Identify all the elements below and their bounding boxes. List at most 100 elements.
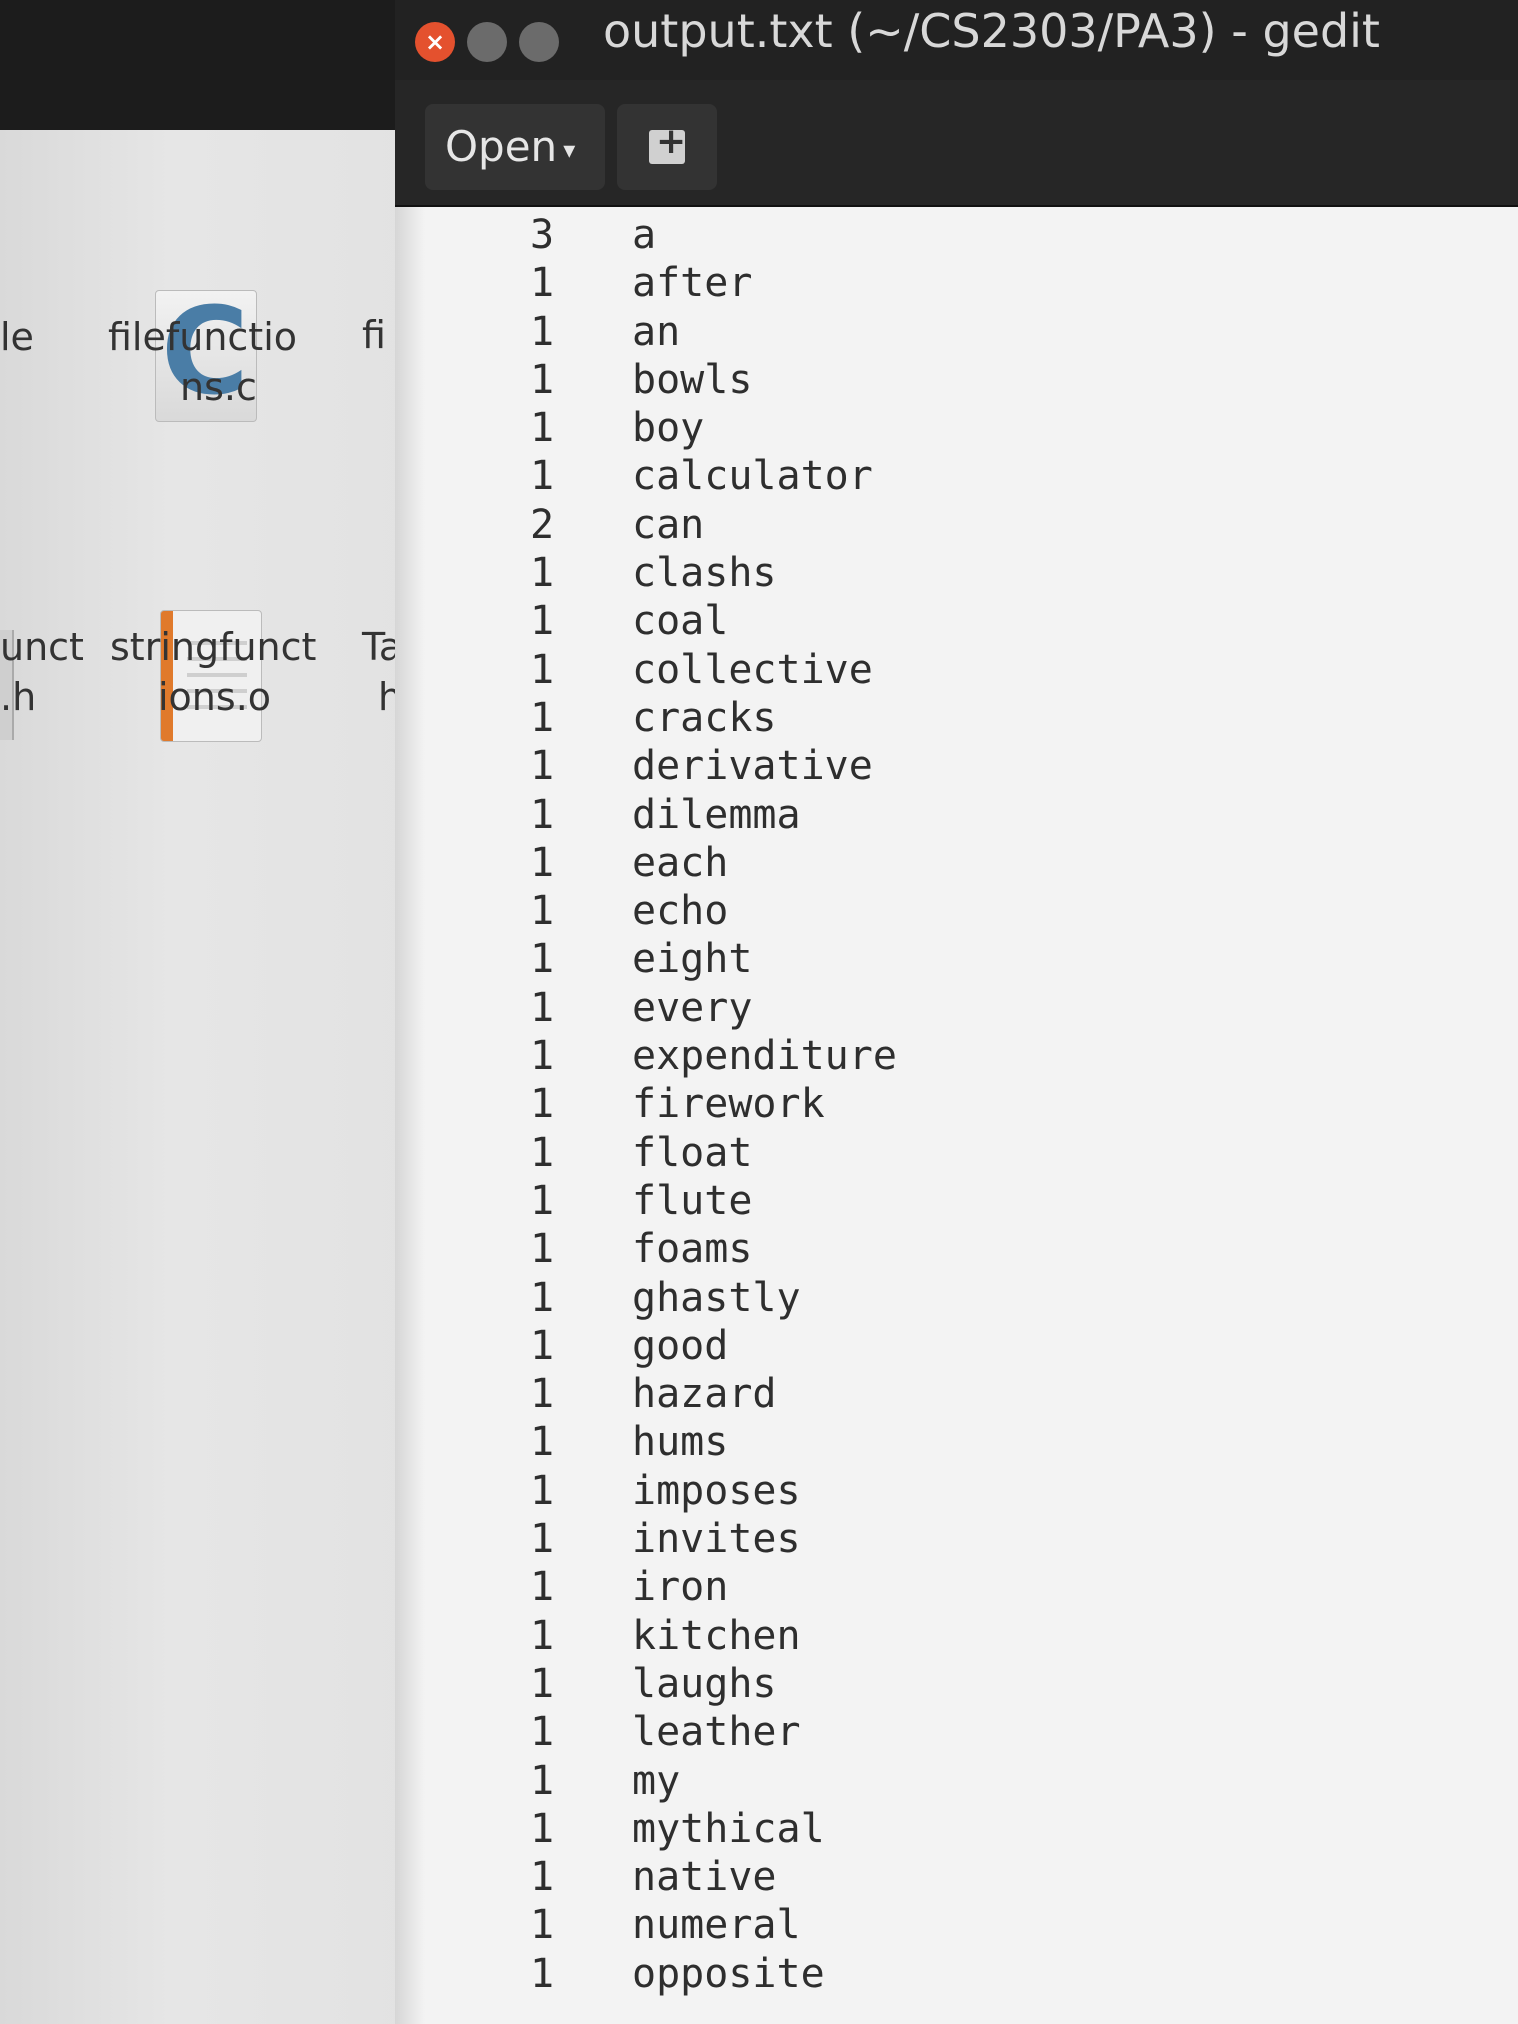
text-line[interactable]: 1 float [530,1129,897,1177]
word-text: cracks [632,694,777,741]
word-text: coal [632,598,729,645]
new-document-icon [649,121,686,164]
word-count: 1 [530,453,555,500]
text-line[interactable]: 1 my [530,1757,897,1805]
word-text: numeral [632,1902,801,1949]
text-line[interactable]: 1 flute [530,1177,897,1225]
text-line[interactable]: 1 boy [530,404,897,452]
text-line[interactable]: 1 derivative [530,742,897,790]
text-line[interactable]: 1 cracks [530,694,897,742]
word-text: collective [632,646,873,693]
word-count: 1 [530,694,555,741]
word-text: imposes [632,1467,801,1514]
open-button[interactable]: Open ▾ [425,104,605,190]
text-editor-area[interactable]: 3 a 1 after 1 an 1 bowls 1 boy 1 calculator 2 can 1 cla… [395,207,1518,2024]
word-count: 1 [530,1902,555,1949]
text-line[interactable]: 1 good [530,1322,897,1370]
title-bar[interactable]: × output.txt (~/CS2303/PA3) - gedit [395,0,1518,80]
text-line[interactable]: 1 clashs [530,549,897,597]
word-text: an [632,308,681,355]
minimize-button[interactable] [467,22,507,62]
text-line[interactable]: 2 can [530,501,897,549]
text-line[interactable]: 1 numeral [530,1901,897,1949]
gedit-window: × output.txt (~/CS2303/PA3) - gedit Open… [395,0,1518,2024]
text-line[interactable]: 1 iron [530,1563,897,1611]
text-line[interactable]: 1 after [530,259,897,307]
text-line[interactable]: 1 hazard [530,1370,897,1418]
text-line[interactable]: 1 collective [530,646,897,694]
word-text: mythical [632,1805,825,1852]
word-text: leather [632,1709,801,1756]
text-line[interactable]: 1 an [530,308,897,356]
new-document-button[interactable] [617,104,717,190]
text-line[interactable]: 1 calculator [530,452,897,500]
text-line[interactable]: 1 foams [530,1225,897,1273]
text-line[interactable]: 1 invites [530,1515,897,1563]
text-line[interactable]: 1 every [530,984,897,1032]
word-text: hums [632,1419,729,1466]
word-text: a [632,212,657,258]
maximize-button[interactable] [519,22,559,62]
word-text: firework [632,1081,825,1128]
word-count: 1 [530,356,555,403]
word-text: bowls [632,356,753,403]
word-count: 1 [530,646,555,693]
text-line[interactable]: 1 coal [530,597,897,645]
text-line[interactable]: 1 echo [530,887,897,935]
text-line[interactable]: 1 each [530,839,897,887]
chevron-down-icon: ▾ [563,135,576,164]
word-text: derivative [632,743,873,790]
text-line[interactable]: 1 dilemma [530,791,897,839]
word-count: 1 [530,791,555,838]
word-count: 1 [530,936,555,983]
word-text: native [632,1854,777,1901]
word-text: foams [632,1226,753,1273]
text-line[interactable]: 1 firework [530,1080,897,1128]
word-text: calculator [632,453,873,500]
word-text: ghastly [632,1274,801,1321]
word-count: 1 [530,1757,555,1804]
word-count: 1 [530,743,555,790]
word-count: 1 [530,308,555,355]
word-count: 1 [530,1081,555,1128]
file-label-stringfunctions-line2[interactable]: ions.o [158,670,271,724]
word-count: 1 [530,1805,555,1852]
word-text: boy [632,405,705,452]
word-text: expenditure [632,1033,897,1080]
word-text: dilemma [632,791,801,838]
desktop-top-dark [0,0,430,130]
text-line[interactable]: 1 mythical [530,1805,897,1853]
word-text: after [632,260,753,307]
word-count: 3 [530,212,555,258]
text-line[interactable]: 1 imposes [530,1467,897,1515]
document-text[interactable]: 3 a 1 after 1 an 1 bowls 1 boy 1 calculator 2 can 1 cla… [530,211,897,1998]
word-count: 1 [530,888,555,935]
word-text: opposite [632,1950,825,1997]
word-count: 1 [530,1854,555,1901]
text-line[interactable]: 1 eight [530,935,897,983]
text-line[interactable]: 1 kitchen [530,1612,897,1660]
word-text: eight [632,936,753,983]
text-line[interactable]: 1 laughs [530,1660,897,1708]
cut-file-label[interactable]: le [0,310,34,364]
text-line[interactable]: 1 hums [530,1418,897,1466]
file-label-filefunctions-line1[interactable]: filefunctio [108,310,297,364]
text-line[interactable]: 3a [530,211,897,259]
text-line[interactable]: 1 bowls [530,356,897,404]
word-text: kitchen [632,1612,801,1659]
word-count: 1 [530,550,555,597]
text-line[interactable]: 1 native [530,1853,897,1901]
word-count: 1 [530,1033,555,1080]
cut-file-label-unct[interactable]: unct [0,620,84,674]
window-title: output.txt (~/CS2303/PA3) - gedit [603,4,1380,58]
text-line[interactable]: 1 ghastly [530,1274,897,1322]
text-line[interactable]: 1 leather [530,1708,897,1756]
text-line[interactable]: 1 expenditure [530,1032,897,1080]
cut-file-label-h[interactable]: .h [0,670,36,724]
file-label-filefunctions-line2[interactable]: ns.c [180,360,257,414]
word-count: 1 [530,1419,555,1466]
file-label-stringfunctions-line1[interactable]: stringfunct [110,620,316,674]
text-line[interactable]: 1 opposite [530,1950,897,1998]
cut-file-label-right[interactable]: fi [362,308,386,362]
close-button[interactable]: × [415,22,455,62]
